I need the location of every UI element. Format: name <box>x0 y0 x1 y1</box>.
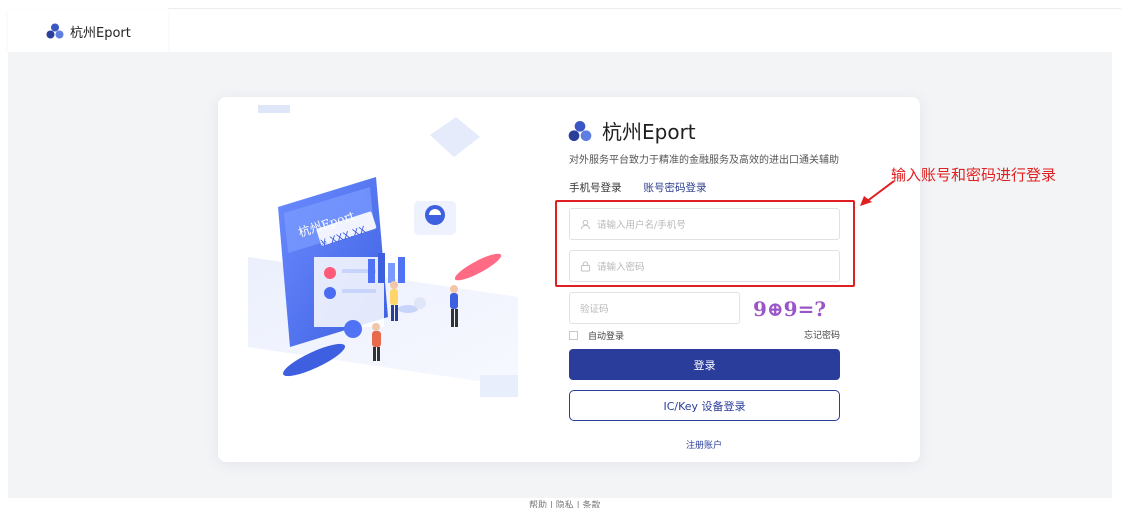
remember-checkbox[interactable] <box>569 331 578 340</box>
hero-illustration: 杭州Eport ¥ XXX.XX <box>248 105 518 397</box>
forgot-password-link[interactable]: 忘记密码 <box>804 328 840 341</box>
captcha-image[interactable]: 9⊕9=? <box>751 294 829 322</box>
app-tab[interactable]: 杭州Eport <box>8 10 168 52</box>
login-brand-title: 杭州Eport <box>602 120 696 144</box>
captcha-input[interactable]: 验证码 <box>569 292 740 324</box>
tab-phone-login[interactable]: 手机号登录 <box>569 180 622 195</box>
footer-links[interactable]: 帮助 | 隐私 | 条款 <box>529 498 601 508</box>
eport-logo-icon <box>46 23 64 39</box>
top-divider <box>168 8 1121 9</box>
login-brand: 杭州Eport <box>568 116 696 145</box>
login-button[interactable]: 登录 <box>569 349 840 380</box>
app-tab-label: 杭州Eport <box>70 25 131 41</box>
remember-label: 自动登录 <box>588 332 625 342</box>
login-slogan: 对外服务平台致力于精准的金融服务及高效的进出口通关辅助 <box>569 155 839 166</box>
captcha-text: 9⊕9=? <box>753 297 826 321</box>
tab-password-login[interactable]: 账号密码登录 <box>644 180 707 195</box>
register-link[interactable]: 注册账户 <box>686 438 722 451</box>
annotation-highlight-box <box>555 200 855 287</box>
eport-logo-icon <box>568 120 592 141</box>
annotation-text: 输入账号和密码进行登录 <box>891 166 1057 184</box>
captcha-placeholder: 验证码 <box>580 304 609 315</box>
login-method-tabs: 手机号登录 账号密码登录 <box>569 180 729 195</box>
top-bar: 杭州Eport <box>0 0 1121 52</box>
remember-me[interactable]: 自动登录 <box>569 329 624 342</box>
ic-key-login-button[interactable]: IC/Key 设备登录 <box>569 390 840 421</box>
